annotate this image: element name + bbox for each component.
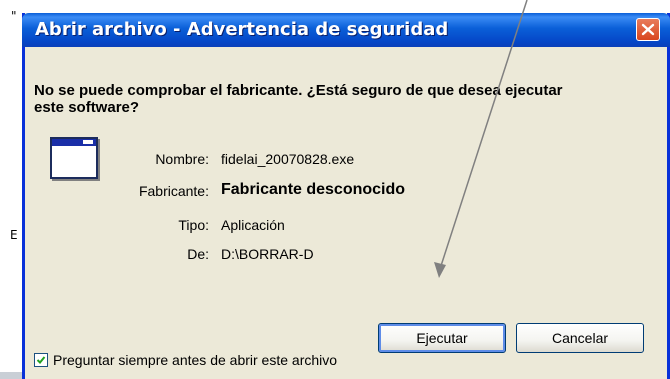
- always-ask-label[interactable]: Preguntar siempre antes de abrir este ar…: [53, 352, 337, 368]
- close-button[interactable]: [636, 18, 660, 41]
- run-button[interactable]: Ejecutar: [378, 323, 506, 353]
- type-label: Tipo:: [178, 217, 209, 233]
- security-warning-dialog: Abrir archivo - Advertencia de seguridad…: [22, 13, 670, 379]
- name-label: Nombre:: [155, 151, 209, 167]
- background-bottom-strip: [0, 372, 22, 379]
- warning-question: No se puede comprobar el fabricante. ¿Es…: [34, 82, 563, 116]
- always-ask-checkbox[interactable]: [34, 353, 48, 367]
- cancel-button[interactable]: Cancelar: [516, 323, 644, 353]
- background-window-strip: " E: [0, 0, 22, 379]
- publisher-value: Fabricante desconocido: [221, 181, 406, 198]
- background-text-fragment: ": [11, 9, 17, 23]
- close-x-icon: [641, 23, 655, 36]
- checkmark-icon: [36, 356, 46, 364]
- background-text-fragment: E: [10, 228, 18, 242]
- publisher-label: Fabricante:: [138, 183, 209, 199]
- from-value: D:\BORRAR-D: [221, 246, 314, 262]
- from-label: De:: [187, 246, 209, 262]
- type-value: Aplicación: [221, 217, 285, 233]
- dialog-title: Abrir archivo - Advertencia de seguridad: [35, 19, 449, 40]
- dialog-body: No se puede comprobar el fabricante. ¿Es…: [25, 47, 667, 379]
- title-bar[interactable]: Abrir archivo - Advertencia de seguridad: [22, 13, 670, 47]
- name-value: fidelai_20070828.exe: [221, 151, 355, 167]
